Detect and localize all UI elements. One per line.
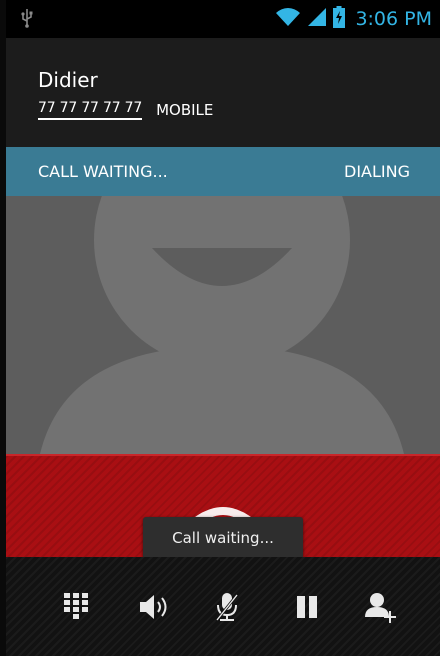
usb-icon [20, 8, 34, 32]
caller-number-type: MOBILE [156, 101, 214, 119]
caller-number: 77 77 77 77 77 [38, 100, 142, 120]
add-call-button[interactable] [356, 587, 406, 627]
speaker-icon [140, 595, 167, 619]
toast-message: Call waiting... [143, 517, 303, 559]
in-call-screen: 3:06 PM Didier 77 77 77 77 77 MOBILE CAL… [6, 0, 440, 656]
mute-mic-icon [215, 593, 239, 621]
speaker-button[interactable] [130, 587, 180, 627]
status-bar: 3:06 PM [6, 0, 440, 38]
call-controls [6, 557, 440, 656]
call-state-label: CALL WAITING... [38, 162, 168, 181]
battery-charging-icon [333, 6, 346, 32]
add-call-icon [365, 593, 396, 623]
caller-header: Didier 77 77 77 77 77 MOBILE [6, 38, 440, 147]
contact-photo [6, 196, 440, 454]
default-contact-silhouette [40, 196, 404, 454]
signal-icon [307, 7, 327, 31]
dialpad-button[interactable] [51, 587, 101, 627]
dialing-label: DIALING [344, 162, 410, 181]
caller-name: Didier [38, 68, 98, 92]
mute-button[interactable] [202, 587, 252, 627]
status-time: 3:06 PM [355, 8, 432, 30]
caller-number-line: 77 77 77 77 77 MOBILE [38, 100, 213, 120]
hold-icon [297, 596, 317, 618]
call-status-bar: CALL WAITING... DIALING [6, 147, 440, 196]
dialpad-icon [64, 593, 88, 619]
hold-button[interactable] [282, 587, 332, 627]
wifi-icon [275, 7, 301, 31]
